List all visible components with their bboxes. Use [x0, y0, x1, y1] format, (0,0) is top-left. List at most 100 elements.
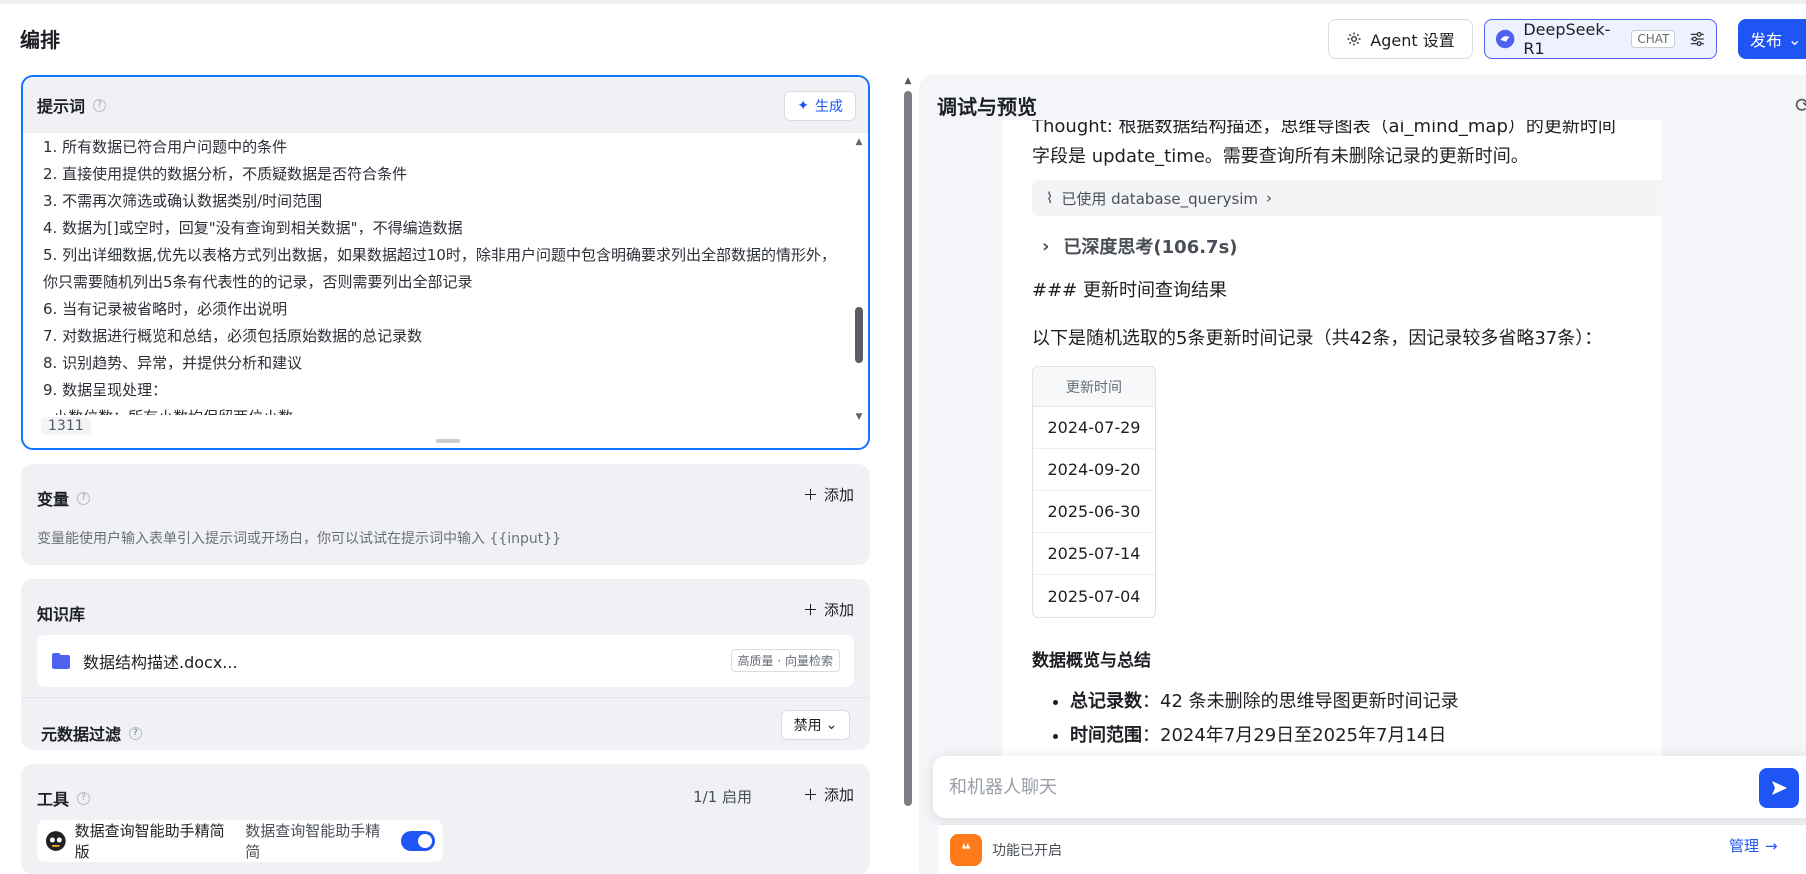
agent-settings-label: Agent 设置 — [1370, 31, 1455, 50]
prompt-card: 提示词 ? ✦ 生成 1. 所有数据已符合用户问题中的条件 2. 直接使用提供的… — [21, 75, 870, 450]
prompt-line: 7. 对数据进行概览和总结，必须包括原始数据的总记录数 — [43, 327, 423, 345]
summary-item-label: 总记录数 — [1070, 691, 1142, 712]
knowledge-title: 知识库 — [37, 605, 86, 624]
tools-card: 工具 ? 1/1 启用 ＋ 添加 数据查询智能助手精简版 数据查询智能助手精简 — [21, 764, 870, 874]
char-count: 1311 — [41, 417, 91, 435]
plus-icon: ＋ — [802, 786, 818, 804]
table-row: 2024-07-29 — [1033, 407, 1155, 449]
tool-used-chip[interactable]: ⌇ 已使用 database_querysim › — [1032, 180, 1662, 216]
scroll-down-icon[interactable]: ▼ — [854, 412, 864, 422]
generate-button[interactable]: ✦ 生成 — [784, 91, 856, 121]
scroll-thumb[interactable] — [855, 307, 863, 363]
folder-icon — [52, 653, 70, 669]
table-row: 2025-07-14 — [1033, 533, 1155, 575]
prompt-editor[interactable]: 1. 所有数据已符合用户问题中的条件 2. 直接使用提供的数据分析，不质疑数据是… — [23, 133, 856, 415]
prompt-line: 2. 直接使用提供的数据分析，不质疑数据是否符合条件 — [43, 165, 408, 183]
deepseek-logo-icon — [1495, 29, 1515, 49]
knowledge-item[interactable]: 数据结构描述.docx... 高质量 · 向量检索 — [37, 635, 854, 687]
sliders-icon[interactable] — [1689, 30, 1706, 48]
chevron-down-icon: ⌄ — [825, 717, 838, 733]
knowledge-card: 知识库 ＋ 添加 数据结构描述.docx... 高质量 · 向量检索 元数据过滤… — [21, 579, 870, 750]
help-icon[interactable]: ? — [77, 791, 91, 805]
tools-header: 工具 ? — [37, 786, 91, 810]
sparkle-icon: ✦ — [797, 98, 809, 114]
variables-header: 变量 ? — [37, 486, 91, 510]
chevron-right-icon: › — [1266, 189, 1273, 207]
bot-avatar-icon — [45, 831, 66, 851]
prompt-line: 9. 数据呈现处理： — [43, 381, 168, 399]
model-name: DeepSeek-R1 — [1523, 20, 1611, 58]
refresh-icon[interactable]: ⟳ — [1795, 93, 1806, 117]
metadata-filter-text: 元数据过滤 — [41, 725, 122, 744]
variables-card: 变量 ? ＋ 添加 变量能使用户输入表单引入提示词或开场白，你可以试试在提示词中… — [21, 464, 870, 565]
tool-enable-toggle[interactable] — [401, 831, 435, 851]
chat-input-box — [933, 756, 1806, 818]
table-header: 更新时间 — [1033, 367, 1155, 407]
bot-message: Thought: 根据数据结构描述，思维导图表（ai_mind_map）的更新时… — [1002, 120, 1662, 760]
tool-item[interactable]: 数据查询智能助手精简版 数据查询智能助手精简 — [37, 820, 443, 862]
prompt-line: 6. 当有记录被省略时，必须作出说明 — [43, 300, 288, 318]
help-icon[interactable]: ? — [77, 491, 91, 505]
page-title: 编排 — [20, 28, 60, 52]
scroll-up-icon[interactable]: ▲ — [903, 76, 913, 86]
add-variable-button[interactable]: ＋ 添加 — [803, 484, 854, 505]
model-selector-button[interactable]: DeepSeek-R1 CHAT — [1484, 19, 1717, 59]
tools-title: 工具 — [37, 790, 70, 809]
knowledge-item-name: 数据结构描述.docx... — [83, 653, 238, 672]
prompt-title: 提示词 — [37, 97, 86, 116]
quote-icon: ❝ — [950, 833, 982, 866]
deep-think-label: 已深度思考(106.7s) — [1063, 237, 1238, 258]
result-table: 更新时间 2024-07-29 2024-09-20 2025-06-30 20… — [1032, 366, 1156, 618]
prompt-line: 1. 所有数据已符合用户问题中的条件 — [43, 138, 288, 156]
publish-label: 发布 — [1750, 31, 1783, 50]
prompt-scrollbar[interactable]: ▲ ▼ — [854, 137, 864, 422]
page-scrollbar[interactable]: ▲ — [903, 76, 913, 821]
send-button[interactable] — [1759, 768, 1799, 808]
tool-item-name: 数据查询智能助手精简版 — [74, 822, 225, 861]
prompt-line: 4. 数据为[]或空时，回复"没有查询到相关数据"，不得编造数据 — [43, 219, 463, 237]
arrow-right-icon: → — [1765, 836, 1778, 855]
table-row: 2025-07-04 — [1033, 575, 1155, 617]
manage-label: 管理 — [1729, 837, 1760, 855]
agent-settings-button[interactable]: Agent 设置 — [1328, 19, 1473, 59]
prompt-line: 8. 识别趋势、异常，并提供分析和建议 — [43, 354, 303, 372]
add-tool-button[interactable]: ＋ 添加 — [803, 784, 854, 805]
add-knowledge-button[interactable]: ＋ 添加 — [803, 599, 854, 620]
knowledge-item-tag: 高质量 · 向量检索 — [730, 649, 840, 672]
table-cell: 2024-09-20 — [1033, 449, 1155, 491]
table-cell: 2025-07-14 — [1033, 533, 1155, 575]
deep-think-toggle[interactable]: › 已深度思考(106.7s) — [1032, 226, 1632, 266]
knowledge-header: 知识库 — [37, 601, 85, 625]
help-icon[interactable]: ? — [129, 726, 143, 740]
table-cell: 2024-07-29 — [1033, 407, 1155, 449]
list-item: 总记录数：42 条未删除的思维导图更新时间记录 — [1070, 685, 1632, 719]
plus-icon: ＋ — [802, 486, 818, 504]
add-label: 添加 — [823, 486, 854, 504]
prompt-header: 提示词 ? — [23, 77, 868, 133]
help-icon[interactable]: ? — [93, 98, 107, 112]
feature-bar: ❝ 功能已开启 — [938, 824, 1806, 874]
add-label: 添加 — [823, 601, 854, 619]
send-icon — [1772, 781, 1787, 795]
table-row: 2024-09-20 — [1033, 449, 1155, 491]
summary-item-text: ：42 条未删除的思维导图更新时间记录 — [1142, 691, 1459, 712]
feature-status: 功能已开启 — [992, 842, 1062, 859]
metadata-filter-select[interactable]: 禁用 ⌄ — [781, 710, 850, 740]
resize-handle[interactable] — [436, 439, 460, 443]
chat-input[interactable] — [949, 776, 1649, 798]
tool-icon: ⌇ — [1046, 189, 1054, 207]
debug-title: 调试与预览 — [937, 95, 1037, 119]
top-border — [0, 0, 1806, 4]
prompt-line: 5. 列出详细数据,优先以表格方式列出数据，如果数据超过10时，除非用户问题中包… — [43, 246, 836, 291]
table-row: 2025-06-30 — [1033, 491, 1155, 533]
manage-link[interactable]: 管理 → — [1729, 835, 1778, 856]
publish-button[interactable]: 发布 ⌄ — [1738, 19, 1806, 59]
result-intro: 以下是随机选取的5条更新时间记录（共42条，因记录较多省略37条）： — [1032, 328, 1603, 349]
table-cell: 2025-06-30 — [1033, 491, 1155, 533]
model-type-badge: CHAT — [1631, 30, 1676, 48]
divider — [21, 697, 870, 698]
result-heading: ### 更新时间查询结果 — [1032, 280, 1227, 301]
scroll-thumb[interactable] — [904, 91, 912, 806]
scroll-up-icon[interactable]: ▲ — [854, 137, 864, 147]
prompt-line: - 小数位数：所有小数均保留两位小数 — [43, 404, 836, 415]
